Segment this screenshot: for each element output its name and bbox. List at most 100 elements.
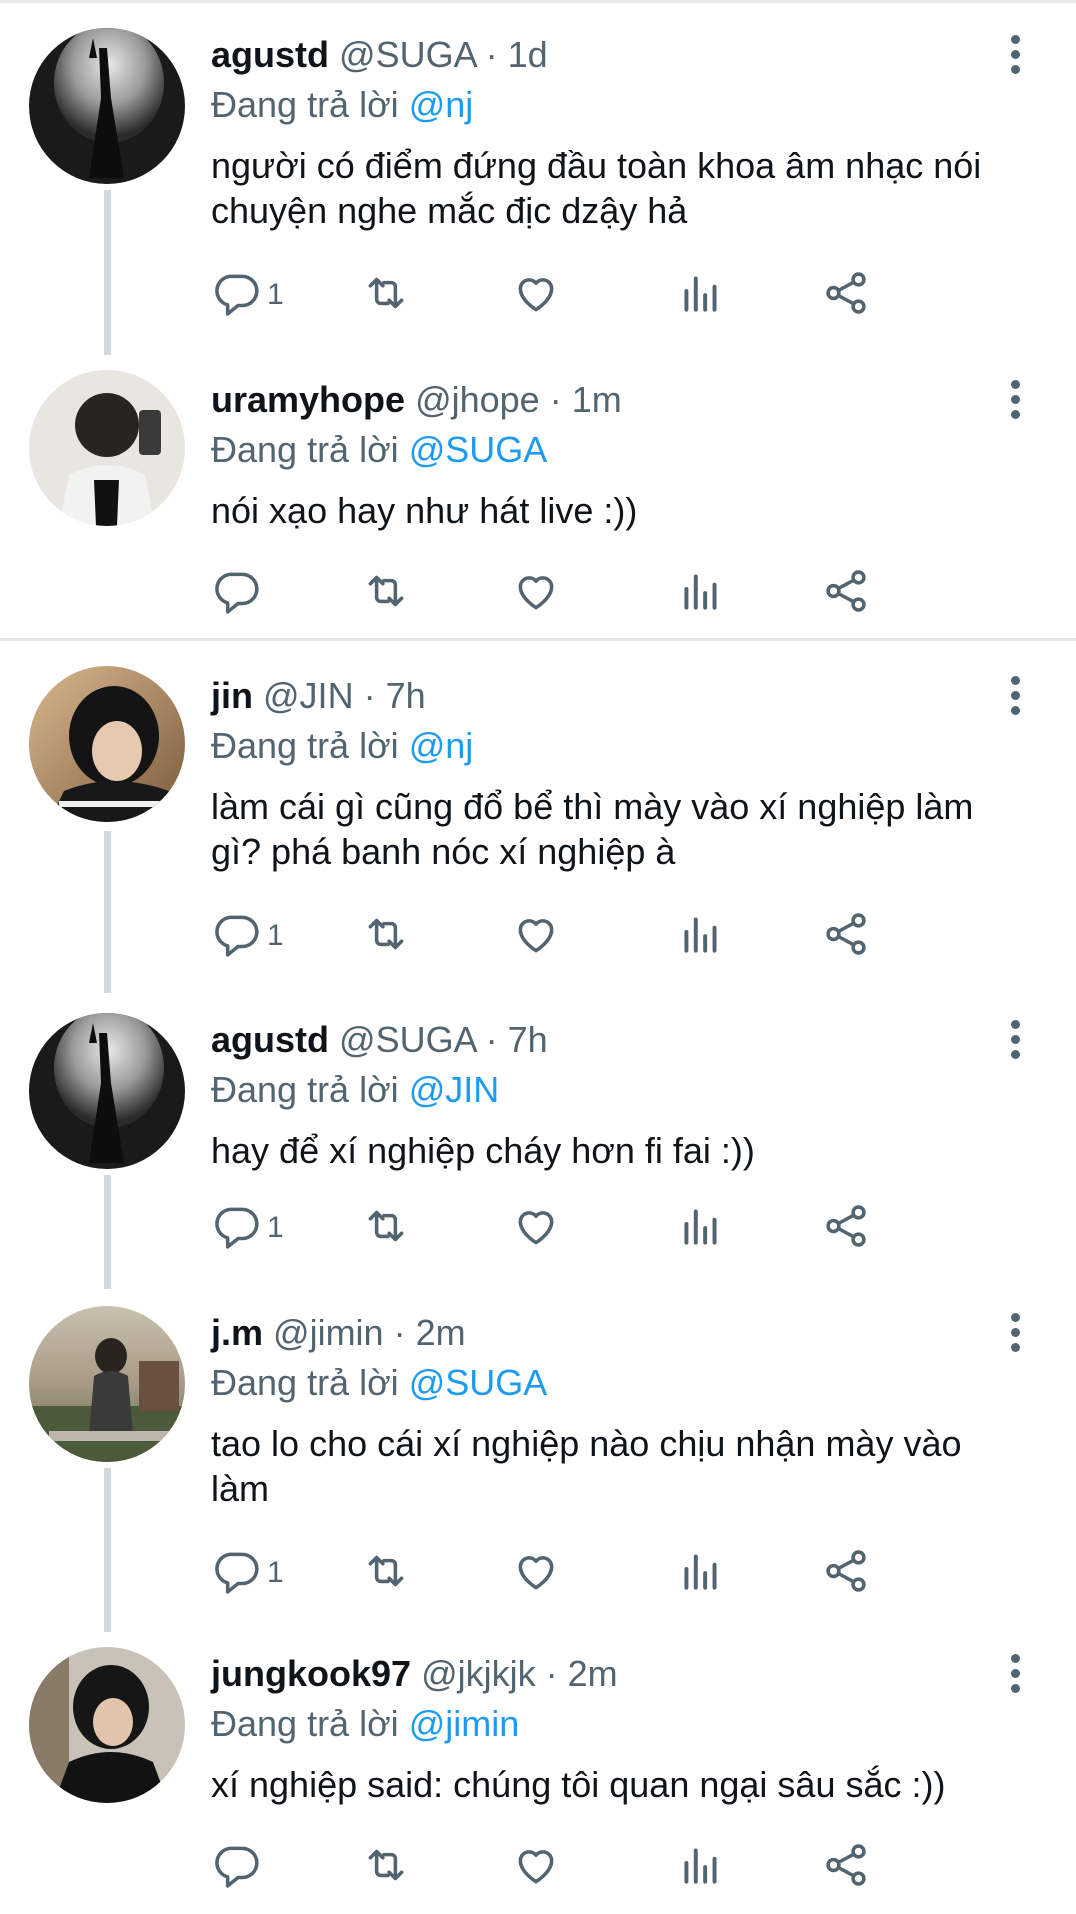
avatar[interactable] xyxy=(29,1013,185,1169)
mention-link[interactable]: @SUGA xyxy=(409,429,548,470)
reply-count: 1 xyxy=(267,1556,284,1589)
mention-link[interactable]: @nj xyxy=(409,725,474,766)
views-button[interactable] xyxy=(676,1198,726,1258)
views-icon xyxy=(676,1201,726,1256)
tweet[interactable]: agustd @SUGA · 1d Đang trả lời @nj người… xyxy=(0,0,1076,355)
share-button[interactable] xyxy=(821,906,871,966)
reply-button[interactable]: 1 xyxy=(211,1543,284,1603)
share-button[interactable] xyxy=(821,1837,871,1897)
tweet[interactable]: j.m @jimin · 2m Đang trả lời @SUGA tao l… xyxy=(0,1289,1076,1632)
timestamp[interactable]: 2m xyxy=(568,1653,618,1694)
share-button[interactable] xyxy=(821,265,871,325)
more-icon[interactable] xyxy=(1000,370,1030,430)
display-name[interactable]: jungkook97 xyxy=(211,1653,411,1694)
timestamp[interactable]: 7h xyxy=(386,675,426,716)
reply-button[interactable]: 1 xyxy=(211,265,284,325)
display-name[interactable]: uramyhope xyxy=(211,379,405,420)
handle[interactable]: @jhope xyxy=(415,379,540,420)
like-button[interactable] xyxy=(511,1837,561,1897)
reply-button[interactable]: 1 xyxy=(211,906,284,966)
reply-prefix: Đang trả lời xyxy=(211,84,399,125)
tweet-text-line: làm xyxy=(211,1468,270,1509)
mention-link[interactable]: @nj xyxy=(409,84,474,125)
reply-count: 1 xyxy=(267,1211,284,1244)
reply-button[interactable]: 1 xyxy=(211,1198,284,1258)
views-button[interactable] xyxy=(676,1543,726,1603)
share-icon xyxy=(821,1546,871,1601)
tweet[interactable]: jungkook97 @jkjkjk · 2m Đang trả lời @ji… xyxy=(0,1632,1076,1914)
avatar[interactable] xyxy=(29,370,185,526)
views-button[interactable] xyxy=(676,265,726,325)
like-button[interactable] xyxy=(511,265,561,325)
like-button[interactable] xyxy=(511,906,561,966)
avatar[interactable] xyxy=(29,666,185,822)
views-button[interactable] xyxy=(676,563,726,623)
like-button[interactable] xyxy=(511,1543,561,1603)
reply-icon xyxy=(211,1201,261,1256)
retweet-icon xyxy=(361,268,411,323)
handle[interactable]: @jkjkjk xyxy=(421,1653,536,1694)
more-icon[interactable] xyxy=(1000,1010,1030,1070)
views-button[interactable] xyxy=(676,1837,726,1897)
mention-link[interactable]: @jimin xyxy=(409,1703,520,1744)
handle[interactable]: @SUGA xyxy=(339,1019,476,1060)
reply-count: 1 xyxy=(267,278,284,311)
retweet-button[interactable] xyxy=(361,1837,411,1897)
handle[interactable]: @SUGA xyxy=(339,34,476,75)
tweet-header: agustd @SUGA · 1d xyxy=(211,33,548,77)
reply-count: 1 xyxy=(267,919,284,952)
tweet[interactable]: agustd @SUGA · 7h Đang trả lời @JIN hay … xyxy=(0,993,1076,1289)
tweet-text-line: nói xạo hay như hát live :)) xyxy=(211,490,638,531)
retweet-button[interactable] xyxy=(361,265,411,325)
like-button[interactable] xyxy=(511,563,561,623)
reply-context: Đang trả lời @SUGA xyxy=(211,428,547,472)
tweet-header: j.m @jimin · 2m xyxy=(211,1311,466,1355)
more-icon[interactable] xyxy=(1000,25,1030,85)
tweet-text: nói xạo hay như hát live :)) xyxy=(211,488,1031,533)
display-name[interactable]: agustd xyxy=(211,34,329,75)
separator: · xyxy=(545,1653,558,1694)
retweet-icon xyxy=(361,909,411,964)
reply-button[interactable] xyxy=(211,1837,267,1897)
retweet-button[interactable] xyxy=(361,563,411,623)
display-name[interactable]: agustd xyxy=(211,1019,329,1060)
action-bar xyxy=(211,563,1031,623)
reply-button[interactable] xyxy=(211,563,267,623)
mention-link[interactable]: @JIN xyxy=(409,1069,500,1110)
tweet[interactable]: jin @JIN · 7h Đang trả lời @nj làm cái g… xyxy=(0,641,1076,993)
tweet-text: hay để xí nghiệp cháy hơn fi fai :)) xyxy=(211,1128,1031,1173)
like-icon xyxy=(511,268,561,323)
more-icon[interactable] xyxy=(1000,666,1030,726)
handle[interactable]: @JIN xyxy=(263,675,354,716)
display-name[interactable]: jin xyxy=(211,675,253,716)
tweet[interactable]: uramyhope @jhope · 1m Đang trả lời @SUGA… xyxy=(0,355,1076,640)
timestamp[interactable]: 2m xyxy=(416,1312,466,1353)
like-button[interactable] xyxy=(511,1198,561,1258)
more-icon[interactable] xyxy=(1000,1644,1030,1704)
reply-context: Đang trả lời @nj xyxy=(211,83,473,127)
retweet-button[interactable] xyxy=(361,906,411,966)
more-icon[interactable] xyxy=(1000,1303,1030,1363)
reply-prefix: Đang trả lời xyxy=(211,725,399,766)
retweet-button[interactable] xyxy=(361,1543,411,1603)
avatar[interactable] xyxy=(29,28,185,184)
share-button[interactable] xyxy=(821,1543,871,1603)
timestamp[interactable]: 1d xyxy=(508,34,548,75)
timestamp[interactable]: 7h xyxy=(508,1019,548,1060)
retweet-icon xyxy=(361,1840,411,1895)
retweet-button[interactable] xyxy=(361,1198,411,1258)
share-button[interactable] xyxy=(821,1198,871,1258)
mention-link[interactable]: @SUGA xyxy=(409,1362,548,1403)
handle[interactable]: @jimin xyxy=(273,1312,384,1353)
avatar[interactable] xyxy=(29,1647,185,1803)
timestamp[interactable]: 1m xyxy=(572,379,622,420)
separator: · xyxy=(549,379,562,420)
tweet-text-line: hay để xí nghiệp cháy hơn fi fai :)) xyxy=(211,1130,755,1171)
tweet-header: jin @JIN · 7h xyxy=(211,674,426,718)
display-name[interactable]: j.m xyxy=(211,1312,263,1353)
share-button[interactable] xyxy=(821,563,871,623)
like-icon xyxy=(511,909,561,964)
avatar[interactable] xyxy=(29,1306,185,1462)
reply-context: Đang trả lời @JIN xyxy=(211,1068,499,1112)
views-button[interactable] xyxy=(676,906,726,966)
